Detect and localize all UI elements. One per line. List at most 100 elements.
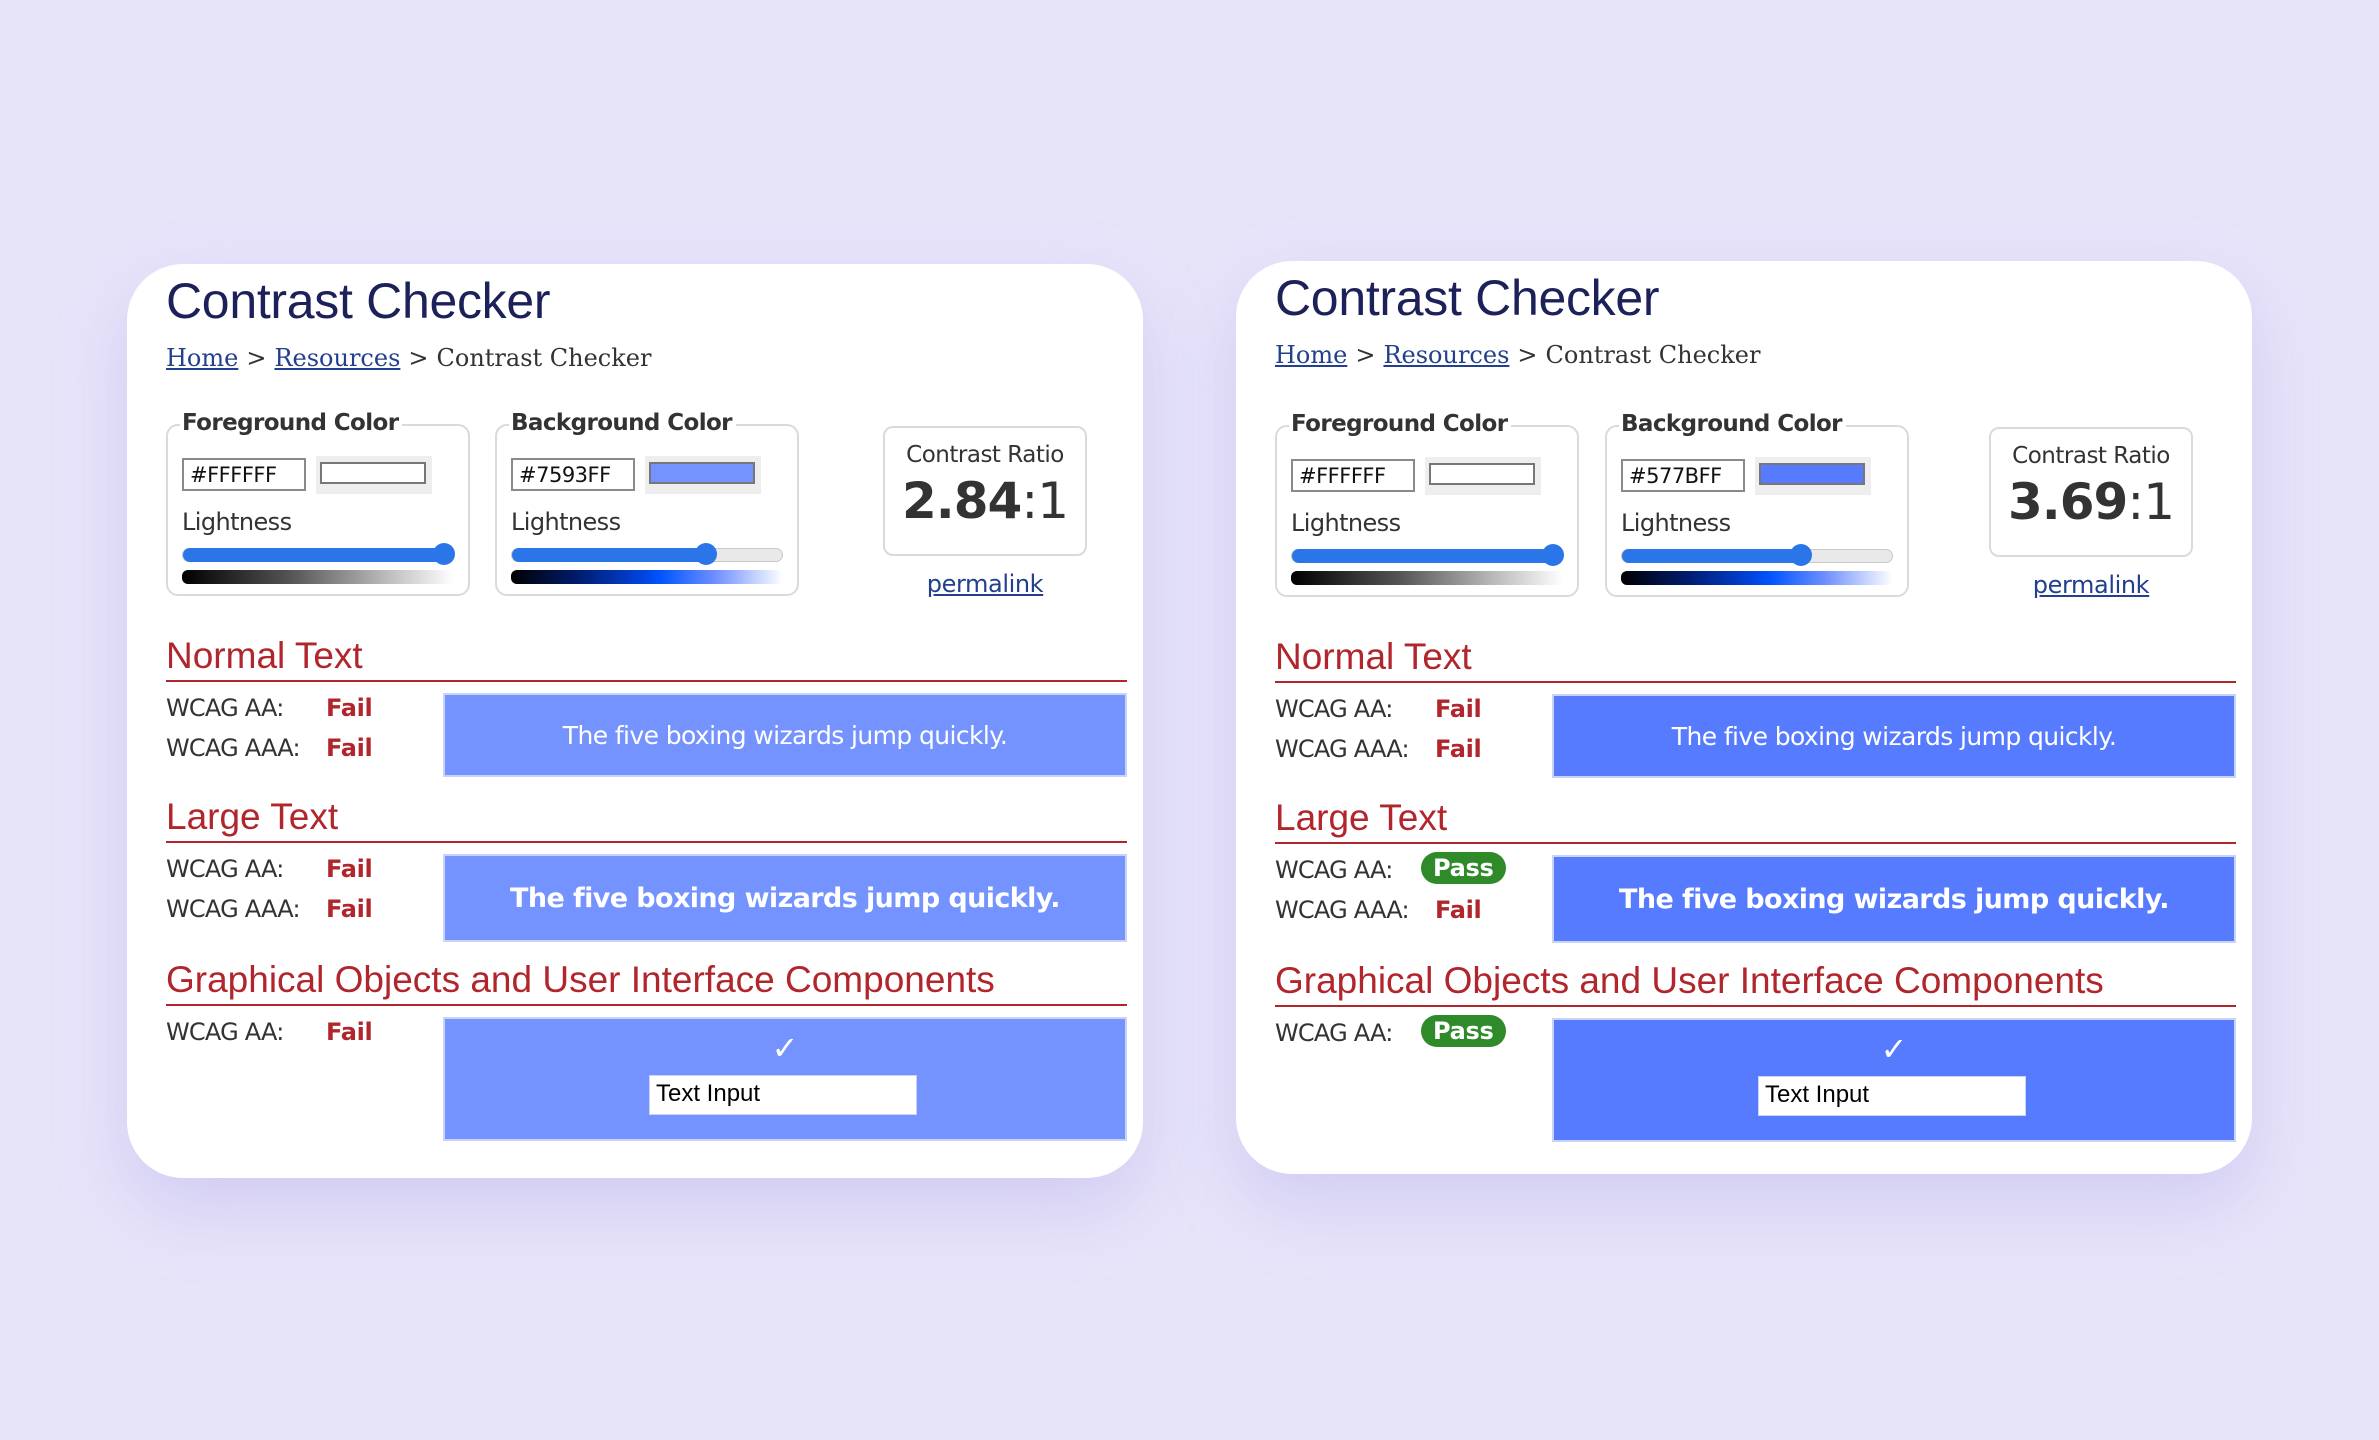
contrast-checker-panel-left: Contrast Checker Home > Resources > Contrast… [127, 264, 1143, 1178]
slider-fill [183, 548, 448, 562]
breadcrumb-current: Contrast Checker [436, 344, 652, 372]
slider-fill [512, 548, 710, 562]
checkmark-icon: ✓ [771, 1029, 799, 1067]
breadcrumb-separator: > [1517, 341, 1538, 369]
breadcrumb: Home > Resources > Contrast Checker [166, 344, 651, 372]
normal-aa-row: WCAG AA: Fail [1275, 695, 1482, 723]
wcag-aa-label: WCAG AA: [1275, 856, 1393, 884]
normal-text-heading: Normal Text [1275, 635, 2236, 683]
slider-thumb[interactable] [433, 543, 455, 565]
background-lightness-label: Lightness [511, 508, 621, 536]
page-title: Contrast Checker [1275, 270, 1660, 326]
sample-text-input[interactable]: Text Input [649, 1075, 917, 1115]
sample-text-input[interactable]: Text Input [1758, 1076, 2026, 1116]
large-text-heading: Large Text [1275, 796, 2236, 844]
breadcrumb-resources-link[interactable]: Resources [274, 344, 400, 372]
wcag-aa-label: WCAG AA: [1275, 1019, 1393, 1047]
contrast-checker-panel-right: Contrast Checker Home > Resources > Contrast… [1236, 261, 2252, 1174]
slider-thumb[interactable] [1789, 544, 1812, 566]
background-lightness-slider[interactable] [1621, 544, 1893, 566]
foreground-color-picker[interactable] [316, 456, 432, 494]
foreground-color-picker[interactable] [1425, 457, 1541, 495]
large-aa-result: Pass [1421, 852, 1506, 884]
normal-aa-row: WCAG AA: Fail [166, 694, 373, 722]
permalink-link[interactable]: permalink [1989, 571, 2193, 599]
graphics-sample: ✓ Text Input [443, 1017, 1127, 1141]
normal-text-sample: The five boxing wizards jump quickly. [1552, 694, 2236, 778]
foreground-swatch [1429, 463, 1535, 485]
large-aaa-result: Fail [326, 895, 373, 923]
breadcrumb-current: Contrast Checker [1545, 341, 1761, 369]
foreground-lightness-label: Lightness [182, 508, 292, 536]
wcag-aa-label: WCAG AA: [166, 1018, 284, 1046]
permalink-link[interactable]: permalink [883, 570, 1087, 598]
graphics-heading: Graphical Objects and User Interface Com… [166, 958, 1127, 1006]
normal-aaa-row: WCAG AAA: Fail [166, 734, 373, 762]
breadcrumb-home-link[interactable]: Home [166, 344, 238, 372]
graphics-aa-row: WCAG AA: Fail [166, 1018, 373, 1046]
contrast-ratio-label: Contrast Ratio [2012, 443, 2170, 469]
breadcrumb-separator: > [246, 344, 267, 372]
contrast-ratio-box: Contrast Ratio 3.69:1 [1989, 427, 2193, 557]
foreground-color-legend: Foreground Color [180, 410, 403, 436]
normal-aa-result: Fail [1435, 695, 1482, 723]
foreground-lightness-label: Lightness [1291, 509, 1401, 537]
foreground-lightness-gradient [1291, 571, 1563, 585]
graphics-aa-result: Pass [1421, 1015, 1506, 1047]
background-lightness-slider[interactable] [511, 543, 783, 565]
contrast-ratio-label: Contrast Ratio [906, 442, 1064, 468]
slider-fill [1292, 549, 1557, 563]
normal-aaa-result: Fail [1435, 735, 1482, 763]
normal-aaa-row: WCAG AAA: Fail [1275, 735, 1482, 763]
background-lightness-gradient [1621, 571, 1893, 585]
background-hex-input[interactable]: #577BFF [1621, 459, 1745, 492]
wcag-aaa-label: WCAG AAA: [166, 895, 301, 923]
wcag-aaa-label: WCAG AAA: [166, 734, 301, 762]
checkmark-icon: ✓ [1880, 1030, 1908, 1068]
foreground-color-group: Foreground Color #FFFFFF Lightness [1275, 411, 1579, 597]
background-swatch [649, 462, 755, 484]
foreground-lightness-slider[interactable] [182, 543, 455, 565]
contrast-ratio-box: Contrast Ratio 2.84:1 [883, 426, 1087, 556]
foreground-swatch [320, 462, 426, 484]
wcag-aa-label: WCAG AA: [166, 694, 284, 722]
background-hex-input[interactable]: #7593FF [511, 458, 635, 491]
breadcrumb-resources-link[interactable]: Resources [1383, 341, 1509, 369]
wcag-aaa-label: WCAG AAA: [1275, 735, 1410, 763]
graphics-heading: Graphical Objects and User Interface Com… [1275, 959, 2236, 1007]
foreground-hex-input[interactable]: #FFFFFF [1291, 459, 1415, 492]
breadcrumb-home-link[interactable]: Home [1275, 341, 1347, 369]
background-color-legend: Background Color [509, 410, 736, 436]
background-color-legend: Background Color [1619, 411, 1846, 437]
large-aaa-result: Fail [1435, 896, 1482, 924]
large-aa-result: Fail [326, 855, 373, 883]
background-swatch [1759, 463, 1865, 485]
breadcrumb-separator: > [1355, 341, 1376, 369]
contrast-ratio-value: 2.84:1 [885, 472, 1085, 530]
normal-text-heading: Normal Text [166, 634, 1127, 682]
large-aaa-row: WCAG AAA: Fail [166, 895, 373, 923]
foreground-hex-input[interactable]: #FFFFFF [182, 458, 306, 491]
background-lightness-gradient [511, 570, 783, 584]
foreground-lightness-slider[interactable] [1291, 544, 1564, 566]
graphics-sample: ✓ Text Input [1552, 1018, 2236, 1142]
background-lightness-label: Lightness [1621, 509, 1731, 537]
breadcrumb-separator: > [408, 344, 429, 372]
foreground-color-legend: Foreground Color [1289, 411, 1512, 437]
page-title: Contrast Checker [166, 273, 551, 329]
background-color-picker[interactable] [1755, 457, 1871, 495]
contrast-ratio-suffix: :1 [1021, 472, 1069, 530]
large-text-heading: Large Text [166, 795, 1127, 843]
contrast-ratio-number: 3.69 [2007, 473, 2128, 531]
wcag-aa-label: WCAG AA: [1275, 695, 1393, 723]
slider-thumb[interactable] [694, 543, 717, 565]
large-aa-row: WCAG AA: Fail [166, 855, 373, 883]
background-color-group: Background Color #7593FF Lightness [495, 410, 799, 596]
large-text-sample: The five boxing wizards jump quickly. [1552, 855, 2236, 943]
large-aa-row: WCAG AA: Pass [1275, 852, 1506, 884]
graphics-aa-row: WCAG AA: Pass [1275, 1015, 1506, 1047]
background-color-picker[interactable] [645, 456, 761, 494]
foreground-lightness-gradient [182, 570, 454, 584]
contrast-ratio-suffix: :1 [2127, 473, 2175, 531]
slider-thumb[interactable] [1542, 544, 1564, 566]
